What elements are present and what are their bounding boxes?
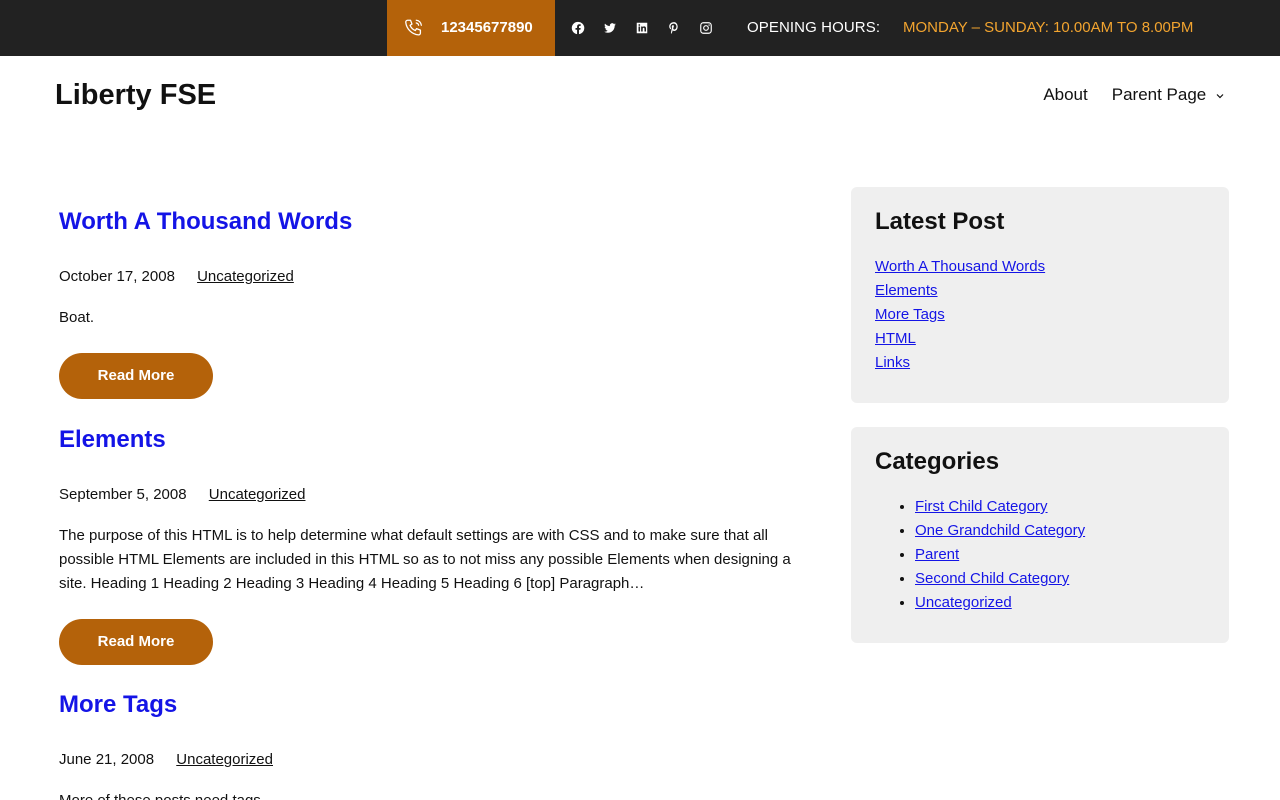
post-item: Worth A Thousand Words October 17, 2008 … <box>59 205 804 399</box>
list-item: More Tags <box>875 303 1205 327</box>
read-more-button[interactable]: Read More <box>59 353 213 399</box>
list-item: HTML <box>875 327 1205 351</box>
post-item: Elements September 5, 2008 Uncategorized… <box>59 423 804 665</box>
category-link[interactable]: Parent <box>915 546 959 563</box>
read-more-button[interactable]: Read More <box>59 619 213 665</box>
social-links <box>570 0 730 56</box>
opening-hours-label: OPENING HOURS: <box>747 19 881 36</box>
main-navigation: About Parent Page <box>1043 85 1225 105</box>
nav-item-about[interactable]: About <box>1043 85 1087 105</box>
widget-title: Latest Post <box>875 208 1005 235</box>
phone-contact[interactable]: 12345677890 <box>387 0 555 56</box>
list-item: Elements <box>875 279 1205 303</box>
phone-number[interactable]: 12345677890 <box>441 19 533 37</box>
post-date: September 5, 2008 <box>59 486 187 503</box>
post-excerpt: The purpose of this HTML is to help dete… <box>59 527 791 592</box>
nav-item-parent-page-label: Parent Page <box>1111 85 1207 104</box>
post-category[interactable]: Uncategorized <box>176 751 273 768</box>
list-item: Links <box>875 351 1205 375</box>
facebook-icon[interactable] <box>570 20 586 36</box>
categories-widget: Categories First Child Category One Gran… <box>851 427 1229 643</box>
latest-post-link[interactable]: Worth A Thousand Words <box>875 258 1045 275</box>
category-link[interactable]: Second Child Category <box>915 570 1069 587</box>
linkedin-icon[interactable] <box>634 20 650 36</box>
site-title[interactable]: Liberty FSE <box>55 78 216 112</box>
post-meta: September 5, 2008 Uncategorized <box>59 484 804 506</box>
post-category[interactable]: Uncategorized <box>209 486 306 503</box>
top-bar: 12345677890 OPENING HOURS: MONDAY – SUND… <box>0 0 1280 56</box>
categories-list: First Child Category One Grandchild Cate… <box>875 495 1205 615</box>
chevron-down-icon[interactable] <box>1215 91 1225 101</box>
category-link[interactable]: Uncategorized <box>915 594 1012 611</box>
latest-posts-list: Worth A Thousand Words Elements More Tag… <box>875 255 1205 375</box>
list-item: First Child Category <box>915 495 1205 519</box>
twitter-icon[interactable] <box>602 20 618 36</box>
post-title[interactable]: Worth A Thousand Words <box>59 205 804 239</box>
pinterest-icon[interactable] <box>666 20 682 36</box>
list-item: Uncategorized <box>915 591 1205 615</box>
phone-icon <box>405 19 422 36</box>
post-date: June 21, 2008 <box>59 751 155 768</box>
post-item: More Tags June 21, 2008 Uncategorized Mo… <box>59 688 804 800</box>
post-meta: October 17, 2008 Uncategorized <box>59 266 804 288</box>
list-item: Second Child Category <box>915 567 1205 591</box>
list-item: One Grandchild Category <box>915 519 1205 543</box>
category-link[interactable]: One Grandchild Category <box>915 522 1085 539</box>
latest-post-link[interactable]: HTML <box>875 330 916 347</box>
post-title[interactable]: More Tags <box>59 688 804 722</box>
post-date: October 17, 2008 <box>59 268 175 285</box>
latest-post-link[interactable]: Elements <box>875 282 938 299</box>
widget-title: Categories <box>875 448 1000 475</box>
nav-item-parent-page[interactable]: Parent Page <box>1112 85 1225 105</box>
category-link[interactable]: First Child Category <box>915 498 1048 515</box>
post-meta: June 21, 2008 Uncategorized <box>59 749 804 771</box>
post-excerpt: Boat. <box>59 309 95 326</box>
latest-posts-widget: Latest Post Worth A Thousand Words Eleme… <box>851 187 1229 403</box>
latest-post-link[interactable]: More Tags <box>875 306 945 323</box>
post-title[interactable]: Elements <box>59 423 804 457</box>
list-item: Parent <box>915 543 1205 567</box>
instagram-icon[interactable] <box>698 20 714 36</box>
post-category[interactable]: Uncategorized <box>197 268 294 285</box>
opening-hours-value: MONDAY – SUNDAY: 10.00AM TO 8.00PM <box>903 19 1194 36</box>
list-item: Worth A Thousand Words <box>875 255 1205 279</box>
post-excerpt: More of these posts need tags. <box>59 789 804 800</box>
latest-post-link[interactable]: Links <box>875 354 910 371</box>
